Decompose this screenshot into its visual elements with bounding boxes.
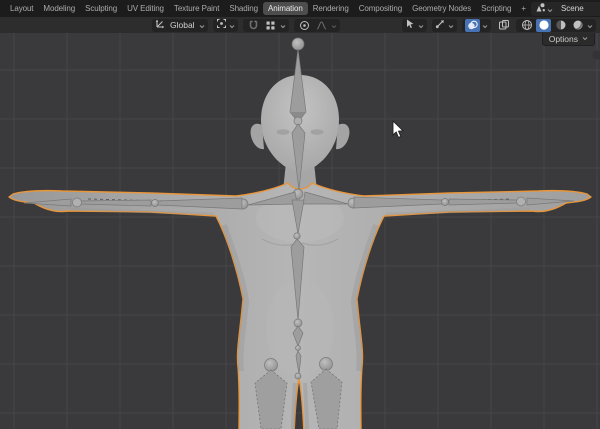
navigation-gizmo-partial: [593, 51, 600, 60]
tab-geometry-nodes[interactable]: Geometry Nodes: [407, 2, 476, 15]
transform-orientation-dropdown[interactable]: Global: [152, 19, 208, 32]
joint-crotch-sphere[interactable]: [295, 373, 301, 379]
viewport-header-right: [402, 19, 596, 32]
falloff-curve-icon[interactable]: [314, 19, 329, 32]
show-gizmos-dropdown[interactable]: [432, 19, 457, 32]
chevron-down-icon: [587, 16, 593, 34]
viewport-3d[interactable]: Options: [0, 33, 600, 429]
character-eye-right: [311, 129, 324, 135]
tab-rendering[interactable]: Rendering: [308, 2, 354, 15]
wireframe-shading-icon[interactable]: [519, 19, 534, 32]
chevron-down-icon: [418, 16, 424, 34]
joint-wrist-right-ring[interactable]: [517, 197, 526, 206]
material-preview-icon[interactable]: [553, 19, 568, 32]
chevron-down-icon: [229, 16, 235, 34]
character-shading: [70, 194, 530, 429]
tab-shading[interactable]: Shading: [224, 2, 263, 15]
orientation-axes-icon: [155, 16, 166, 34]
joint-elbow-right[interactable]: [442, 199, 449, 206]
chevron-down-icon: [448, 16, 454, 34]
joint-pelvis-tip[interactable]: [296, 346, 301, 351]
tab-modeling[interactable]: Modeling: [38, 2, 80, 15]
snapping-group: [243, 19, 289, 32]
character-ear-right: [336, 124, 349, 149]
chevron-down-icon: [582, 36, 588, 41]
viewport-canvas[interactable]: [0, 33, 600, 429]
character-ear-left: [251, 124, 264, 149]
snap-target-icon[interactable]: [263, 19, 278, 32]
joint-hip-left-sphere[interactable]: [265, 359, 278, 372]
shading-mode-group: [516, 19, 596, 32]
character-eye-left: [277, 129, 290, 135]
add-workspace-button[interactable]: +: [516, 2, 531, 15]
transform-orientation-label: Global: [168, 20, 197, 30]
chevron-down-icon: [199, 16, 205, 34]
joint-wrist-left-ring[interactable]: [73, 198, 82, 207]
options-button-label: Options: [549, 34, 578, 44]
proportional-editing-icon[interactable]: [297, 19, 312, 32]
rendered-shading-icon[interactable]: [570, 19, 585, 32]
show-overlays-group: [462, 19, 491, 32]
tab-texture-paint[interactable]: Texture Paint: [169, 2, 224, 15]
object-types-visibility-icon: [405, 16, 416, 34]
tab-sculpting[interactable]: Sculpting: [80, 2, 122, 15]
show-gizmos-icon: [435, 16, 446, 34]
chevron-down-icon: [280, 16, 286, 34]
topbar: Layout Modeling Sculpting UV Editing Tex…: [0, 0, 600, 17]
scene-icon: [535, 0, 546, 18]
viewport-header: Global: [0, 17, 600, 33]
tab-compositing[interactable]: Compositing: [354, 2, 407, 15]
solid-shading-icon[interactable]: [536, 19, 551, 32]
scene-name: Scene: [555, 4, 584, 13]
show-overlays-icon[interactable]: [465, 19, 480, 32]
object-types-visibility-dropdown[interactable]: [402, 19, 427, 32]
joint-spine-sphere[interactable]: [294, 233, 300, 239]
scene-selector[interactable]: Scene: [531, 2, 600, 16]
chevron-down-icon: [547, 0, 553, 18]
tab-scripting[interactable]: Scripting: [476, 2, 516, 15]
bone-head-tip-sphere[interactable]: [292, 38, 304, 50]
proportional-editing-group: [294, 19, 340, 32]
pivot-point-icon: [216, 16, 227, 34]
chevron-down-icon: [331, 16, 337, 34]
pivot-point-dropdown[interactable]: [213, 19, 238, 32]
snap-magnet-icon[interactable]: [246, 19, 261, 32]
tab-layout[interactable]: Layout: [5, 2, 38, 15]
toggle-xray-icon[interactable]: [496, 19, 511, 32]
tab-animation[interactable]: Animation: [263, 2, 308, 15]
joint-elbow-left[interactable]: [152, 200, 159, 207]
chevron-down-icon: [482, 16, 488, 34]
tab-uv-editing[interactable]: UV Editing: [122, 2, 169, 15]
mouse-cursor: [393, 121, 403, 137]
